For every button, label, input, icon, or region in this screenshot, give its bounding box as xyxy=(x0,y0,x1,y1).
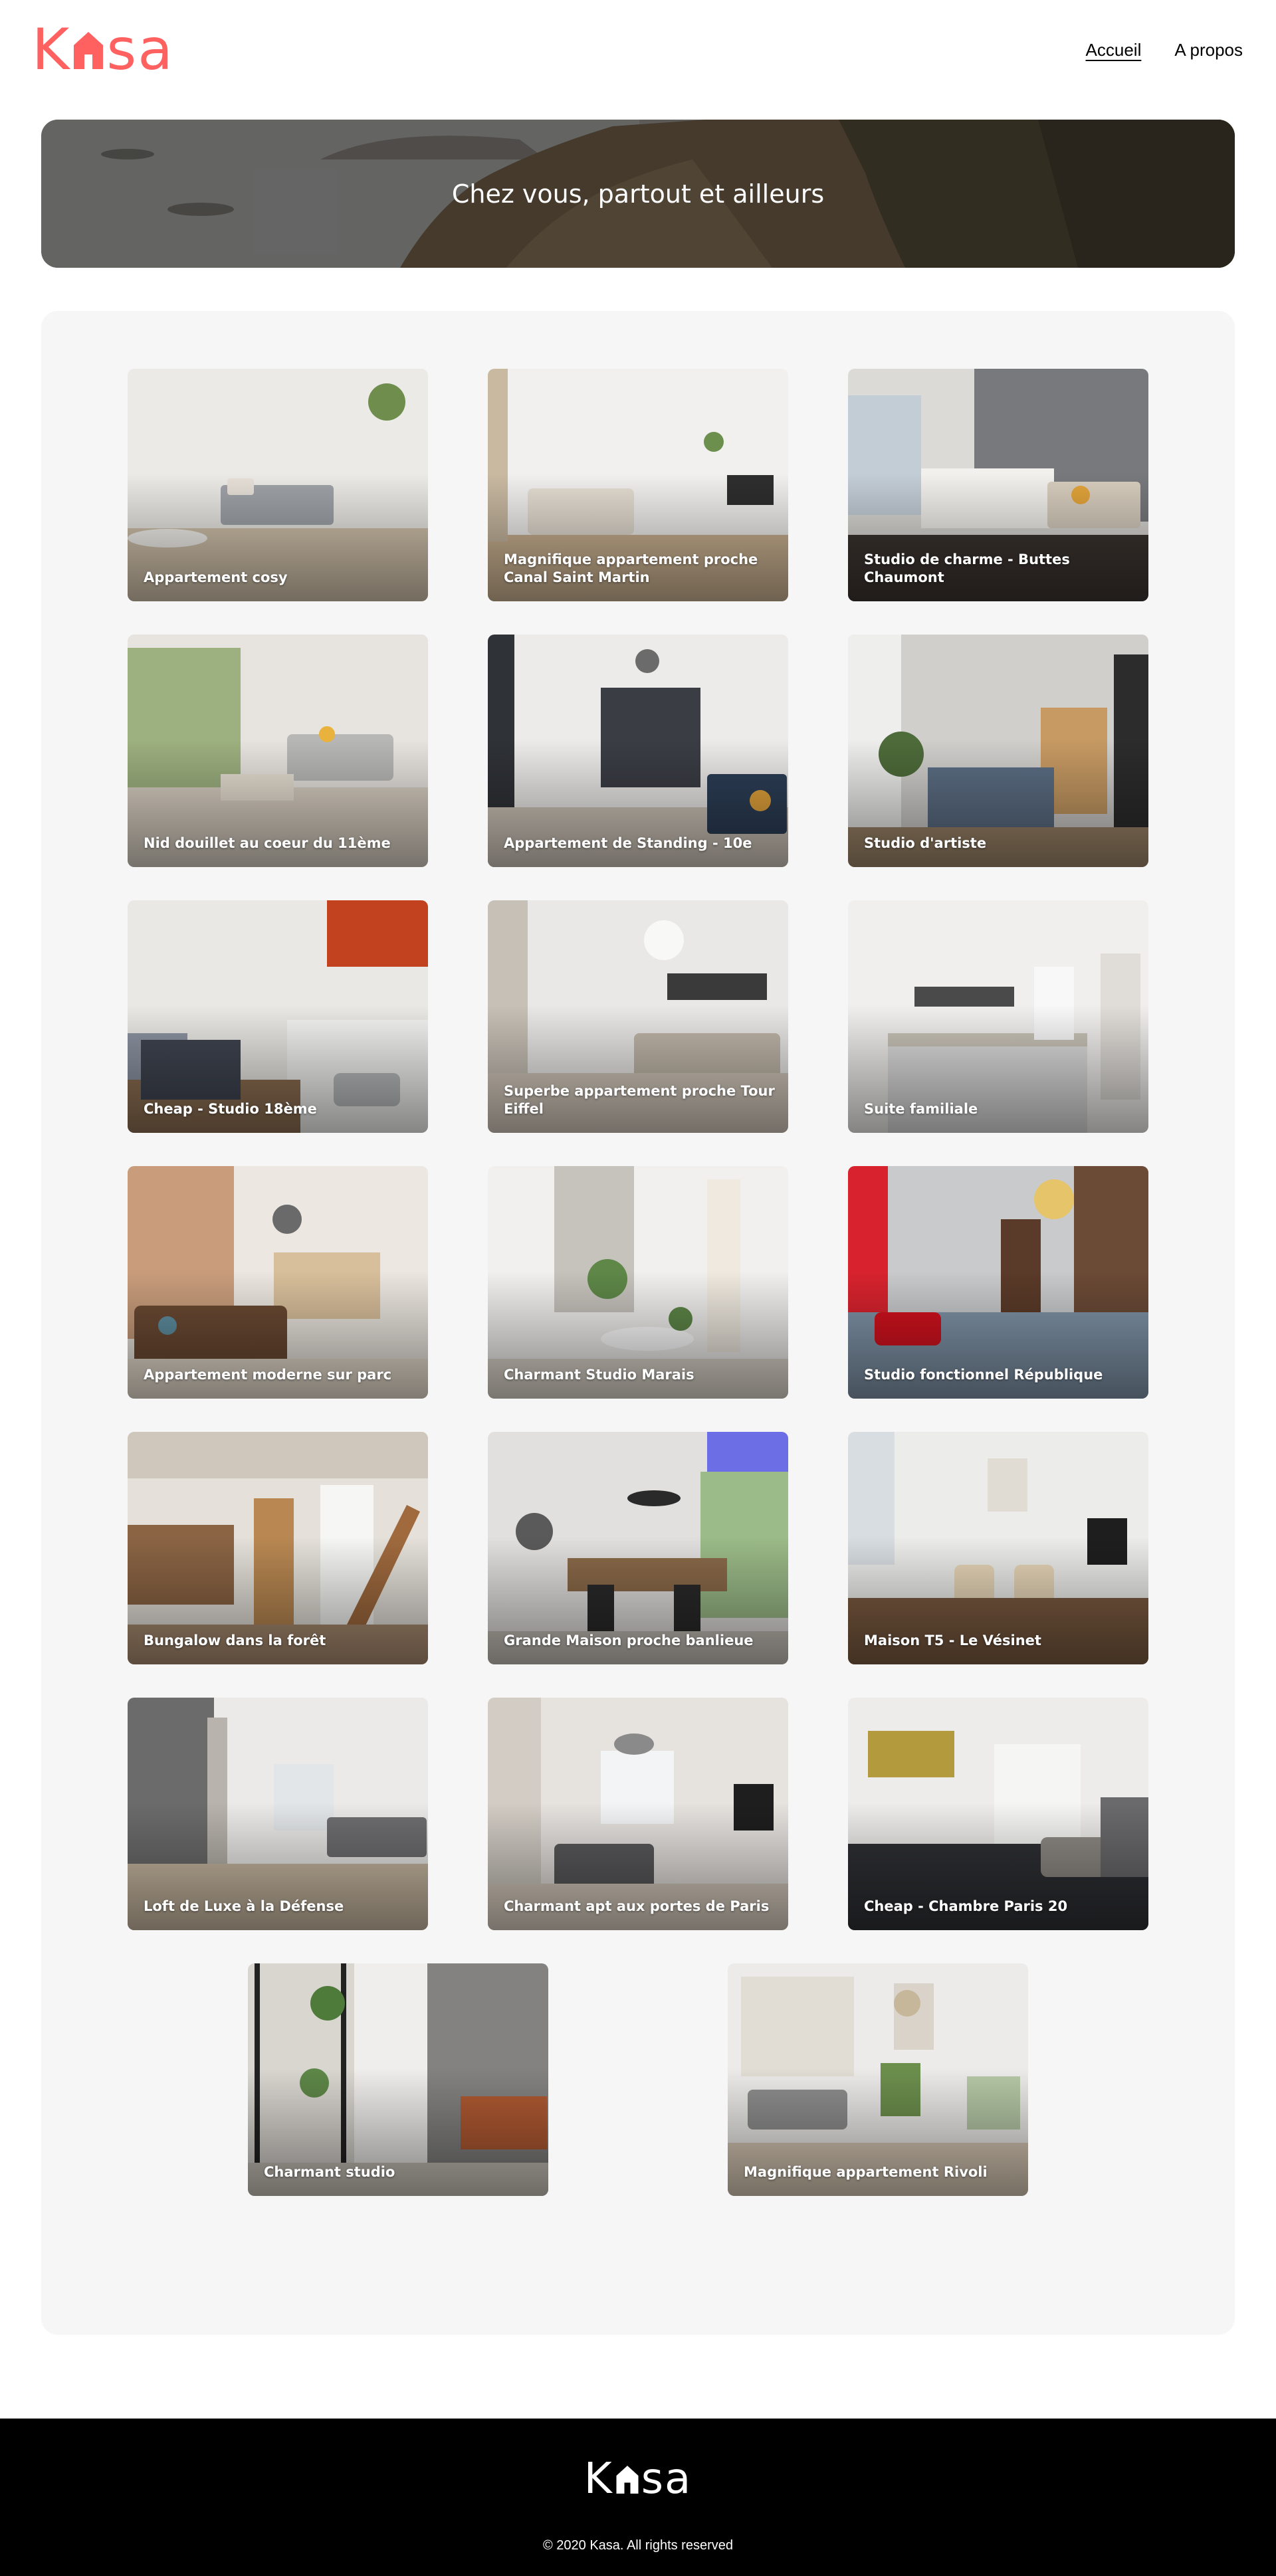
listing-title: Magnifique appartement proche Canal Sain… xyxy=(504,551,758,585)
kasa-logo-footer[interactable]: K sa xyxy=(0,2458,1276,2500)
listing-title: Charmant studio xyxy=(264,2164,395,2180)
listing-card[interactable]: Appartement de Standing - 10e xyxy=(488,635,788,867)
listing-card[interactable]: Appartement cosy xyxy=(128,369,428,601)
listing-card[interactable]: Grande Maison proche banlieue xyxy=(488,1432,788,1664)
listing-card[interactable]: Cheap - Studio 18ème xyxy=(128,900,428,1133)
listing-card[interactable]: Charmant Studio Marais xyxy=(488,1166,788,1399)
listing-card[interactable]: Superbe appartement proche Tour Eiffel xyxy=(488,900,788,1133)
listing-title: Suite familiale xyxy=(864,1101,978,1117)
listing-title: Studio fonctionnel République xyxy=(864,1367,1103,1383)
listing-title: Appartement moderne sur parc xyxy=(144,1367,392,1383)
logo-letter-k: K xyxy=(32,17,71,83)
kasa-logo[interactable]: K sa xyxy=(32,17,174,83)
logo-letter-k: K xyxy=(584,2454,613,2504)
listing-title: Grande Maison proche banlieue xyxy=(504,1633,754,1648)
listing-title: Cheap - Chambre Paris 20 xyxy=(864,1898,1068,1914)
site-header: K sa Accueil A propos xyxy=(0,0,1276,120)
listing-card[interactable]: Cheap - Chambre Paris 20 xyxy=(848,1698,1148,1930)
listing-title: Charmant Studio Marais xyxy=(504,1367,694,1383)
listing-title: Cheap - Studio 18ème xyxy=(144,1101,317,1117)
listing-title: Appartement cosy xyxy=(144,569,288,585)
main-nav: Accueil A propos xyxy=(1086,40,1243,60)
listing-title: Appartement de Standing - 10e xyxy=(504,835,752,851)
listing-title: Nid douillet au coeur du 11ème xyxy=(144,835,391,851)
listing-card[interactable]: Charmant apt aux portes de Paris xyxy=(488,1698,788,1930)
listing-card[interactable]: Nid douillet au coeur du 11ème xyxy=(128,635,428,867)
listing-card[interactable]: Studio de charme - Buttes Chaumont xyxy=(848,369,1148,601)
listing-title: Studio de charme - Buttes Chaumont xyxy=(864,551,1070,585)
house-icon xyxy=(74,32,104,69)
listing-title: Bungalow dans la forêt xyxy=(144,1633,326,1648)
banner-title: Chez vous, partout et ailleurs xyxy=(451,179,825,209)
logo-letters-sa: sa xyxy=(641,2454,692,2504)
listing-card[interactable]: Studio fonctionnel République xyxy=(848,1166,1148,1399)
listing-card[interactable]: Magnifique appartement proche Canal Sain… xyxy=(488,369,788,601)
house-icon xyxy=(616,2466,639,2494)
listing-title: Maison T5 - Le Vésinet xyxy=(864,1633,1041,1648)
listing-title: Studio d'artiste xyxy=(864,835,987,851)
listing-card[interactable]: Loft de Luxe à la Défense xyxy=(128,1698,428,1930)
nav-link-about[interactable]: A propos xyxy=(1174,40,1243,60)
listing-card[interactable]: Studio d'artiste xyxy=(848,635,1148,867)
listing-card[interactable]: Bungalow dans la forêt xyxy=(128,1432,428,1664)
listing-card[interactable]: Suite familiale xyxy=(848,900,1148,1133)
hero-banner: Chez vous, partout et ailleurs xyxy=(41,120,1235,268)
listings-gallery: Appartement cosy Magnifique appartement … xyxy=(41,311,1235,2335)
listing-title: Superbe appartement proche Tour Eiffel xyxy=(504,1083,775,1117)
logo-letters-sa: sa xyxy=(106,17,174,83)
nav-link-home[interactable]: Accueil xyxy=(1086,40,1142,60)
listing-title: Loft de Luxe à la Défense xyxy=(144,1898,344,1914)
listing-card[interactable]: Magnifique appartement Rivoli xyxy=(728,1963,1028,2196)
listing-card[interactable]: Charmant studio xyxy=(248,1963,548,2196)
listing-card[interactable]: Appartement moderne sur parc xyxy=(128,1166,428,1399)
listing-title: Charmant apt aux portes de Paris xyxy=(504,1898,770,1914)
site-footer: K sa © 2020 Kasa. All rights reserved xyxy=(0,2419,1276,2576)
copyright-text: © 2020 Kasa. All rights reserved xyxy=(543,2538,733,2553)
listing-card[interactable]: Maison T5 - Le Vésinet xyxy=(848,1432,1148,1664)
listing-title: Magnifique appartement Rivoli xyxy=(744,2164,988,2180)
